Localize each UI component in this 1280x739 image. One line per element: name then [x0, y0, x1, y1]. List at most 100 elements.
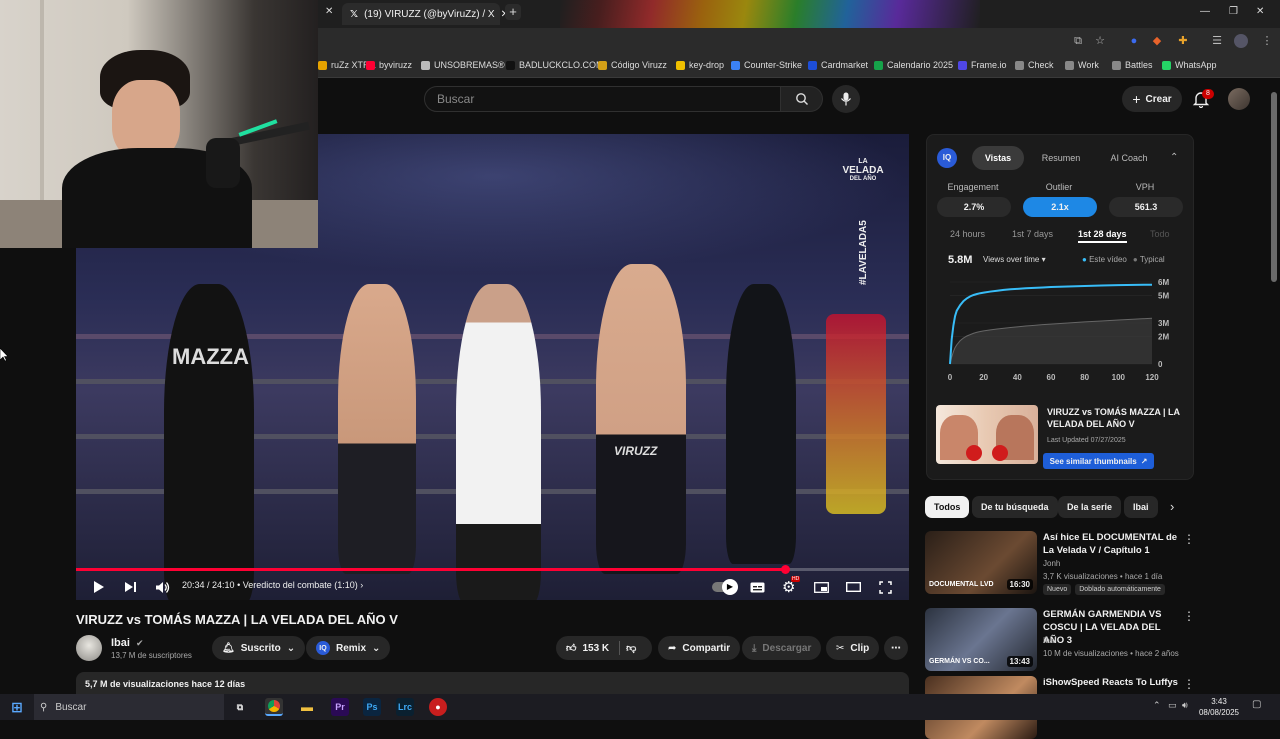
bookmark-item[interactable]: Calendario 2025 — [874, 60, 953, 70]
bookmark-star-icon[interactable]: ☆ — [1093, 34, 1107, 48]
like-count[interactable]: 153 K — [582, 643, 609, 654]
settings-button[interactable]: ⚙ HD — [782, 576, 801, 596]
photoshop-icon[interactable]: Ps — [363, 698, 381, 716]
install-app-icon[interactable]: ⧉ — [1071, 34, 1085, 48]
autoplay-toggle[interactable]: ▶ — [712, 578, 738, 596]
obs-icon[interactable]: ● — [429, 698, 447, 716]
extensions-puzzle-icon[interactable]: ✚ — [1176, 34, 1190, 48]
extension-tab[interactable]: Vistas — [972, 146, 1024, 170]
miniplayer-button[interactable] — [814, 578, 829, 596]
bookmark-item[interactable]: Work — [1065, 60, 1099, 70]
see-similar-thumbnails-button[interactable]: See similar thumbnails ↗ — [1043, 453, 1154, 469]
bookmark-item[interactable]: byviruzz — [366, 60, 412, 70]
recommendation-title[interactable]: iShowSpeed Reacts To Luffys — [1043, 676, 1181, 689]
maximize-icon[interactable]: ❐ — [1229, 6, 1238, 17]
clip-button[interactable]: ✂ Clip — [826, 636, 880, 660]
reading-list-icon[interactable]: ☰ — [1210, 34, 1224, 48]
filter-chip[interactable]: Ibai — [1124, 496, 1158, 518]
share-button[interactable]: ➦ Compartir — [658, 636, 741, 660]
network-icon[interactable]: ▭ — [1168, 700, 1177, 711]
bookmark-item[interactable]: Counter-Strike — [731, 60, 802, 70]
hd-badge-icon: HD — [791, 576, 801, 582]
y-tick-label: 3M — [1158, 319, 1169, 328]
lightroom-icon[interactable]: Lrc — [396, 698, 414, 716]
filter-chip[interactable]: De tu búsqueda — [972, 496, 1058, 518]
views-mode-dropdown[interactable]: Views over time ▾ — [983, 255, 1046, 264]
channel-name[interactable]: Ibai ✔ — [111, 637, 144, 649]
recommendation-thumbnail[interactable]: DOCUMENTAL LVD 16:30 — [925, 531, 1037, 594]
filter-chip[interactable]: Todos — [925, 496, 970, 518]
bookmark-item[interactable]: BADLUCKCLO.COM — [506, 60, 604, 70]
similar-video-thumbnail[interactable] — [936, 405, 1038, 464]
fullscreen-button[interactable] — [879, 578, 892, 596]
search-button[interactable] — [781, 86, 823, 112]
search-input[interactable]: Buscar — [424, 86, 781, 112]
collapse-panel-icon[interactable]: ⌃ — [1170, 152, 1178, 163]
recommendation-title[interactable]: GERMÁN GARMENDIA VS COSCU | LA VELADA DE… — [1043, 608, 1181, 647]
bookmark-item[interactable]: Frame.io — [958, 60, 1007, 70]
time-range-option[interactable]: 1st 7 days — [1012, 229, 1053, 239]
notifications-center-icon[interactable]: ▢ — [1252, 699, 1261, 710]
next-button[interactable] — [124, 578, 137, 596]
new-tab-button[interactable]: + — [505, 4, 521, 20]
chrome-app-icon[interactable] — [265, 698, 283, 716]
bookmark-item[interactable]: Código Viruzz — [598, 60, 667, 70]
tray-chevron-icon[interactable]: ⌃ — [1153, 700, 1161, 711]
more-vertical-icon[interactable]: ⋮ — [1183, 677, 1195, 691]
filter-chip[interactable]: De la serie — [1058, 496, 1122, 518]
chevron-right-icon[interactable]: › — [1170, 499, 1174, 514]
recommendation-channel[interactable]: Jonh — [1043, 559, 1060, 568]
time-range-option[interactable]: Todo — [1150, 229, 1170, 239]
recommendation-title[interactable]: Así hice EL DOCUMENTAL de La Velada V / … — [1043, 531, 1181, 557]
taskbar-clock[interactable]: 3:43 08/08/2025 — [1196, 696, 1242, 718]
close-window-icon[interactable]: ✕ — [1256, 6, 1264, 17]
description-box[interactable]: 5,7 M de visualizaciones hace 12 días — [76, 672, 909, 694]
video-progress-bar[interactable] — [76, 565, 909, 574]
chapter-label[interactable]: • Veredicto del combate (1:10) — [237, 580, 358, 590]
time-range-option[interactable]: 24 hours — [950, 229, 985, 239]
channel-avatar[interactable] — [76, 635, 102, 661]
extension-icon[interactable]: ● — [1127, 34, 1141, 48]
remix-button[interactable]: IQ Remix ⌄ — [306, 636, 391, 660]
bookmark-item[interactable]: Cardmarket — [808, 60, 868, 70]
recommendation-thumbnail[interactable]: GERMÁN VS CO... 13:43 — [925, 608, 1037, 671]
premiere-pro-icon[interactable]: Pr — [331, 698, 349, 716]
page-scrollbar[interactable] — [1271, 92, 1277, 282]
download-button[interactable]: ⤓ Descargar — [742, 636, 822, 660]
volume-button[interactable] — [155, 578, 170, 596]
extension-tab[interactable]: Resumen — [1032, 146, 1090, 170]
close-tab-icon[interactable]: ✕ — [325, 6, 333, 17]
progress-scrubber[interactable] — [780, 565, 790, 574]
account-avatar[interactable] — [1228, 88, 1250, 110]
more-actions-button[interactable]: ⋯ — [884, 636, 908, 660]
profile-avatar[interactable] — [1234, 34, 1248, 48]
file-explorer-icon[interactable]: ▬ — [298, 698, 316, 716]
recommendation-channel[interactable]: Ibai — [1043, 636, 1056, 645]
tab-x-profile[interactable]: 𝕏 (19) VIRUZZ (@byViruZz) / X ✕ — [342, 3, 509, 25]
minimize-icon[interactable]: — — [1200, 6, 1210, 17]
bookmark-item[interactable]: Battles — [1112, 60, 1153, 70]
browser-menu-icon[interactable]: ⋮ — [1260, 34, 1274, 48]
time-range-option[interactable]: 1st 28 days — [1078, 229, 1127, 243]
thumbs-down-icon[interactable]: 👎︎ — [626, 642, 636, 654]
extension-tab[interactable]: AI Coach — [1098, 146, 1160, 170]
bookmark-item[interactable]: UNSOBREMAS® — [421, 60, 505, 70]
more-vertical-icon[interactable]: ⋮ — [1183, 609, 1195, 623]
theater-mode-button[interactable] — [846, 578, 861, 596]
create-button[interactable]: + Crear — [1122, 86, 1182, 112]
windows-start-icon[interactable]: ⊞ — [8, 698, 26, 716]
taskbar-search[interactable]: ⚲ Buscar — [34, 694, 224, 720]
extension-icon[interactable]: ◆ — [1150, 34, 1164, 48]
thumbs-up-icon[interactable]: 👍︎ — [566, 642, 576, 654]
subscribed-button[interactable]: 🔔︎ Suscrito ⌄ — [212, 636, 306, 660]
play-button[interactable] — [93, 578, 105, 596]
bookmark-item[interactable]: Check — [1015, 60, 1054, 70]
task-view-icon[interactable]: ⧉ — [231, 698, 249, 716]
voice-search-button[interactable] — [832, 85, 860, 113]
bookmark-item[interactable]: key-drop — [676, 60, 724, 70]
more-vertical-icon[interactable]: ⋮ — [1183, 532, 1195, 546]
volume-tray-icon[interactable]: 🔊︎ — [1182, 700, 1188, 711]
similar-video-title[interactable]: VIRUZZ vs TOMÁS MAZZA | LA VELADA DEL AÑ… — [1047, 406, 1187, 430]
subtitles-button[interactable] — [750, 578, 765, 596]
bookmark-item[interactable]: WhatsApp — [1162, 60, 1217, 70]
